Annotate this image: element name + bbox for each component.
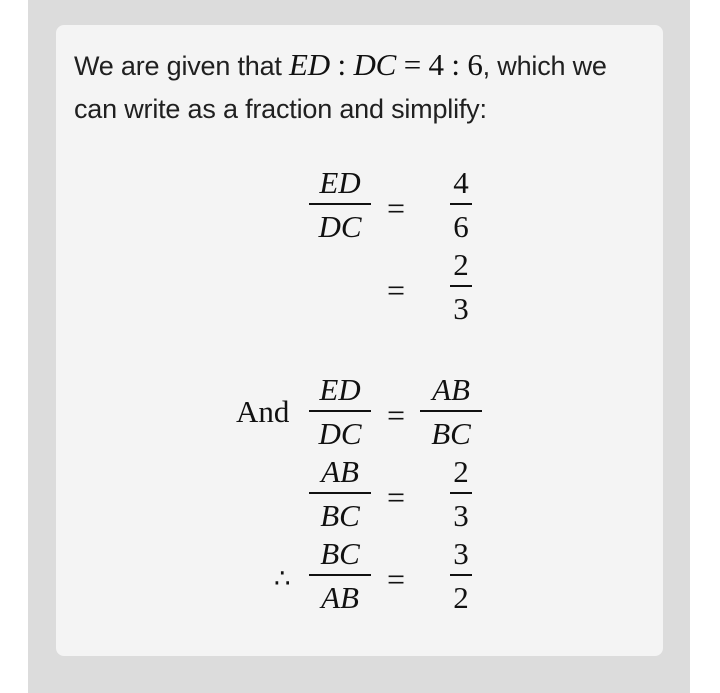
fraction-bc-over-ab: BC AB bbox=[309, 537, 371, 615]
denominator: DC bbox=[318, 416, 362, 451]
numerator: 4 bbox=[453, 165, 469, 200]
fraction-bar bbox=[450, 285, 472, 287]
equals-sign: = bbox=[387, 479, 406, 515]
fraction-bar bbox=[450, 574, 472, 576]
denominator: 3 bbox=[453, 498, 469, 533]
equals-sign: = bbox=[387, 190, 406, 226]
ratio-left: ED bbox=[289, 47, 330, 82]
equals-sign: = bbox=[387, 561, 406, 597]
fraction-4-over-6: 4 6 bbox=[450, 166, 472, 244]
fraction-ab-over-bc-lhs: AB BC bbox=[309, 455, 371, 533]
numerator: 3 bbox=[453, 536, 469, 571]
ratio-eq: = bbox=[396, 47, 429, 82]
numerator: BC bbox=[320, 536, 360, 571]
fraction-bar bbox=[420, 410, 482, 412]
numerator: AB bbox=[432, 372, 470, 407]
denominator: 3 bbox=[453, 291, 469, 326]
fraction-bar bbox=[309, 574, 371, 576]
denominator: BC bbox=[431, 416, 471, 451]
fraction-ed-over-dc: ED DC bbox=[309, 166, 371, 244]
numerator: AB bbox=[321, 454, 359, 489]
denominator: 2 bbox=[453, 580, 469, 615]
fraction-2-over-3: 2 3 bbox=[450, 248, 472, 326]
and-label: And bbox=[236, 394, 290, 429]
numerator: ED bbox=[319, 372, 361, 407]
fraction-bar bbox=[309, 203, 371, 205]
therefore-symbol: ∴ bbox=[274, 564, 291, 594]
fraction-bar bbox=[450, 492, 472, 494]
equals-sign: = bbox=[387, 397, 406, 433]
ratio-mid: DC bbox=[353, 47, 397, 82]
numerator: 2 bbox=[453, 247, 469, 282]
denominator: BC bbox=[320, 498, 360, 533]
fraction-bar bbox=[309, 410, 371, 412]
intro-prefix: We are given that bbox=[74, 51, 290, 81]
ratio-expression: ED : DC = 4 : 6 bbox=[289, 47, 483, 82]
denominator: DC bbox=[318, 209, 362, 244]
equals-sign: = bbox=[387, 272, 406, 308]
denominator: 6 bbox=[453, 209, 469, 244]
intro-paragraph: We are given that ED : DC = 4 : 6, which… bbox=[74, 43, 654, 131]
fraction-bar bbox=[309, 492, 371, 494]
answer-card: We are given that ED : DC = 4 : 6, which… bbox=[56, 25, 663, 656]
numerator: 2 bbox=[453, 454, 469, 489]
ratio-values: 4 : 6 bbox=[428, 47, 483, 82]
fraction-3-over-2: 3 2 bbox=[450, 537, 472, 615]
fraction-2-over-3-b: 2 3 bbox=[450, 455, 472, 533]
fraction-bar bbox=[450, 203, 472, 205]
numerator: ED bbox=[319, 165, 361, 200]
denominator: AB bbox=[321, 580, 359, 615]
fraction-ab-over-bc: AB BC bbox=[420, 373, 482, 451]
ratio-colon: : bbox=[329, 47, 354, 82]
fraction-ed-over-dc-2: ED DC bbox=[309, 373, 371, 451]
page-background: We are given that ED : DC = 4 : 6, which… bbox=[28, 0, 690, 693]
